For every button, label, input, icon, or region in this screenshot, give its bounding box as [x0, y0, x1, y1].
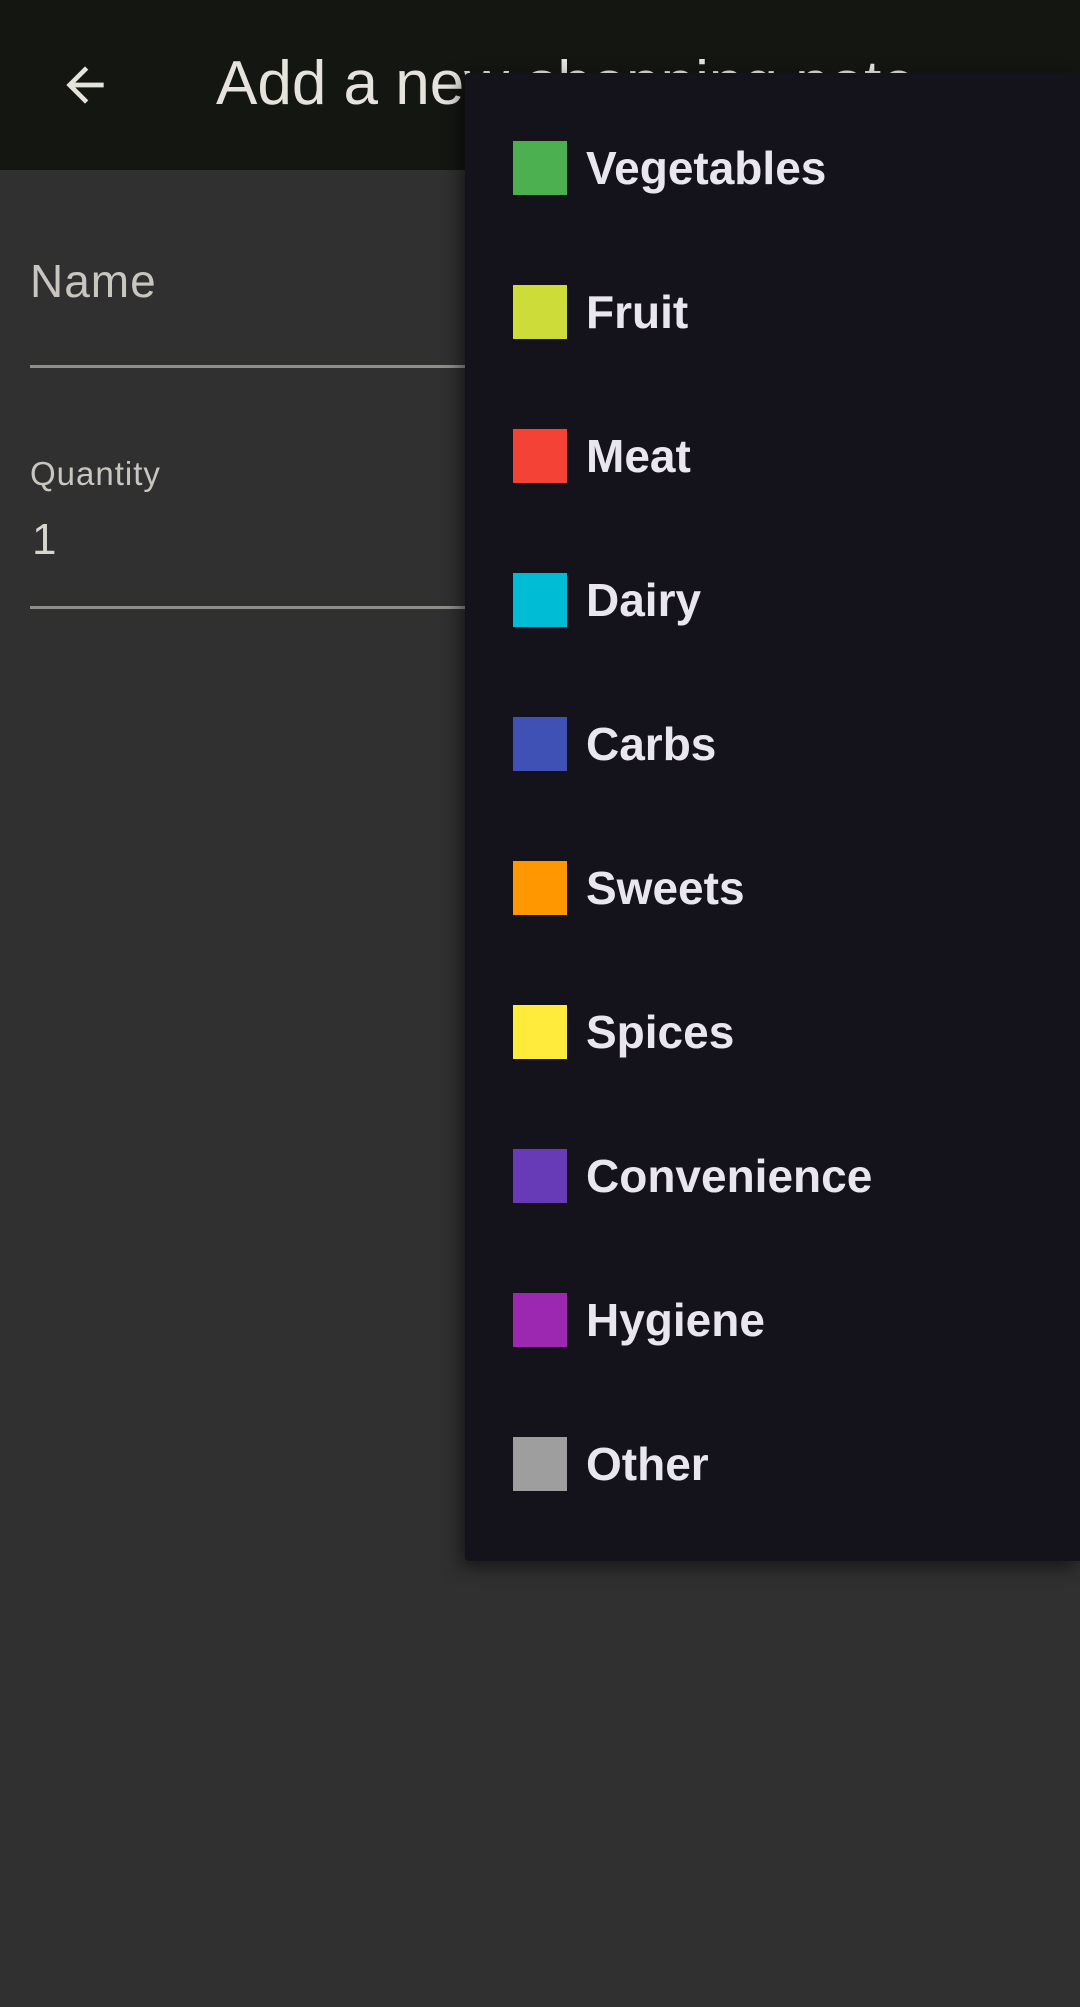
menu-item-label: Fruit: [586, 286, 689, 338]
menu-item-convenience[interactable]: Convenience: [465, 1104, 1080, 1248]
color-swatch: [513, 717, 567, 771]
name-placeholder: Name: [30, 255, 157, 307]
menu-item-sweets[interactable]: Sweets: [465, 816, 1080, 960]
color-swatch: [513, 1005, 567, 1059]
color-swatch: [513, 429, 567, 483]
menu-item-fruit[interactable]: Fruit: [465, 240, 1080, 384]
menu-item-label: Hygiene: [586, 1294, 765, 1346]
color-swatch: [513, 285, 567, 339]
color-swatch: [513, 861, 567, 915]
color-swatch: [513, 1293, 567, 1347]
menu-item-label: Sweets: [586, 862, 745, 914]
menu-item-meat[interactable]: Meat: [465, 384, 1080, 528]
quantity-label: Quantity: [30, 455, 161, 492]
menu-item-other[interactable]: Other: [465, 1392, 1080, 1536]
menu-item-label: Vegetables: [586, 142, 827, 194]
arrow-left-icon: [66, 66, 104, 104]
color-swatch: [513, 573, 567, 627]
menu-item-label: Dairy: [586, 574, 702, 626]
color-swatch: [513, 1149, 567, 1203]
menu-item-hygiene[interactable]: Hygiene: [465, 1248, 1080, 1392]
color-swatch: [513, 141, 567, 195]
color-swatch: [513, 1437, 567, 1491]
menu-item-label: Spices: [586, 1006, 735, 1058]
menu-item-carbs[interactable]: Carbs: [465, 672, 1080, 816]
menu-item-spices[interactable]: Spices: [465, 960, 1080, 1104]
menu-item-label: Carbs: [586, 718, 717, 770]
category-dropdown-menu: Vegetables Fruit Meat Dairy Carbs Sweets…: [465, 73, 1080, 1561]
screen: Add a new shopping note Name Quantity Ve…: [0, 0, 1080, 2007]
quantity-input[interactable]: [32, 515, 332, 565]
menu-item-label: Meat: [586, 430, 691, 482]
back-button[interactable]: [40, 40, 130, 130]
menu-item-label: Other: [586, 1438, 709, 1490]
menu-item-vegetables[interactable]: Vegetables: [465, 96, 1080, 240]
menu-item-label: Convenience: [586, 1150, 873, 1202]
menu-item-dairy[interactable]: Dairy: [465, 528, 1080, 672]
